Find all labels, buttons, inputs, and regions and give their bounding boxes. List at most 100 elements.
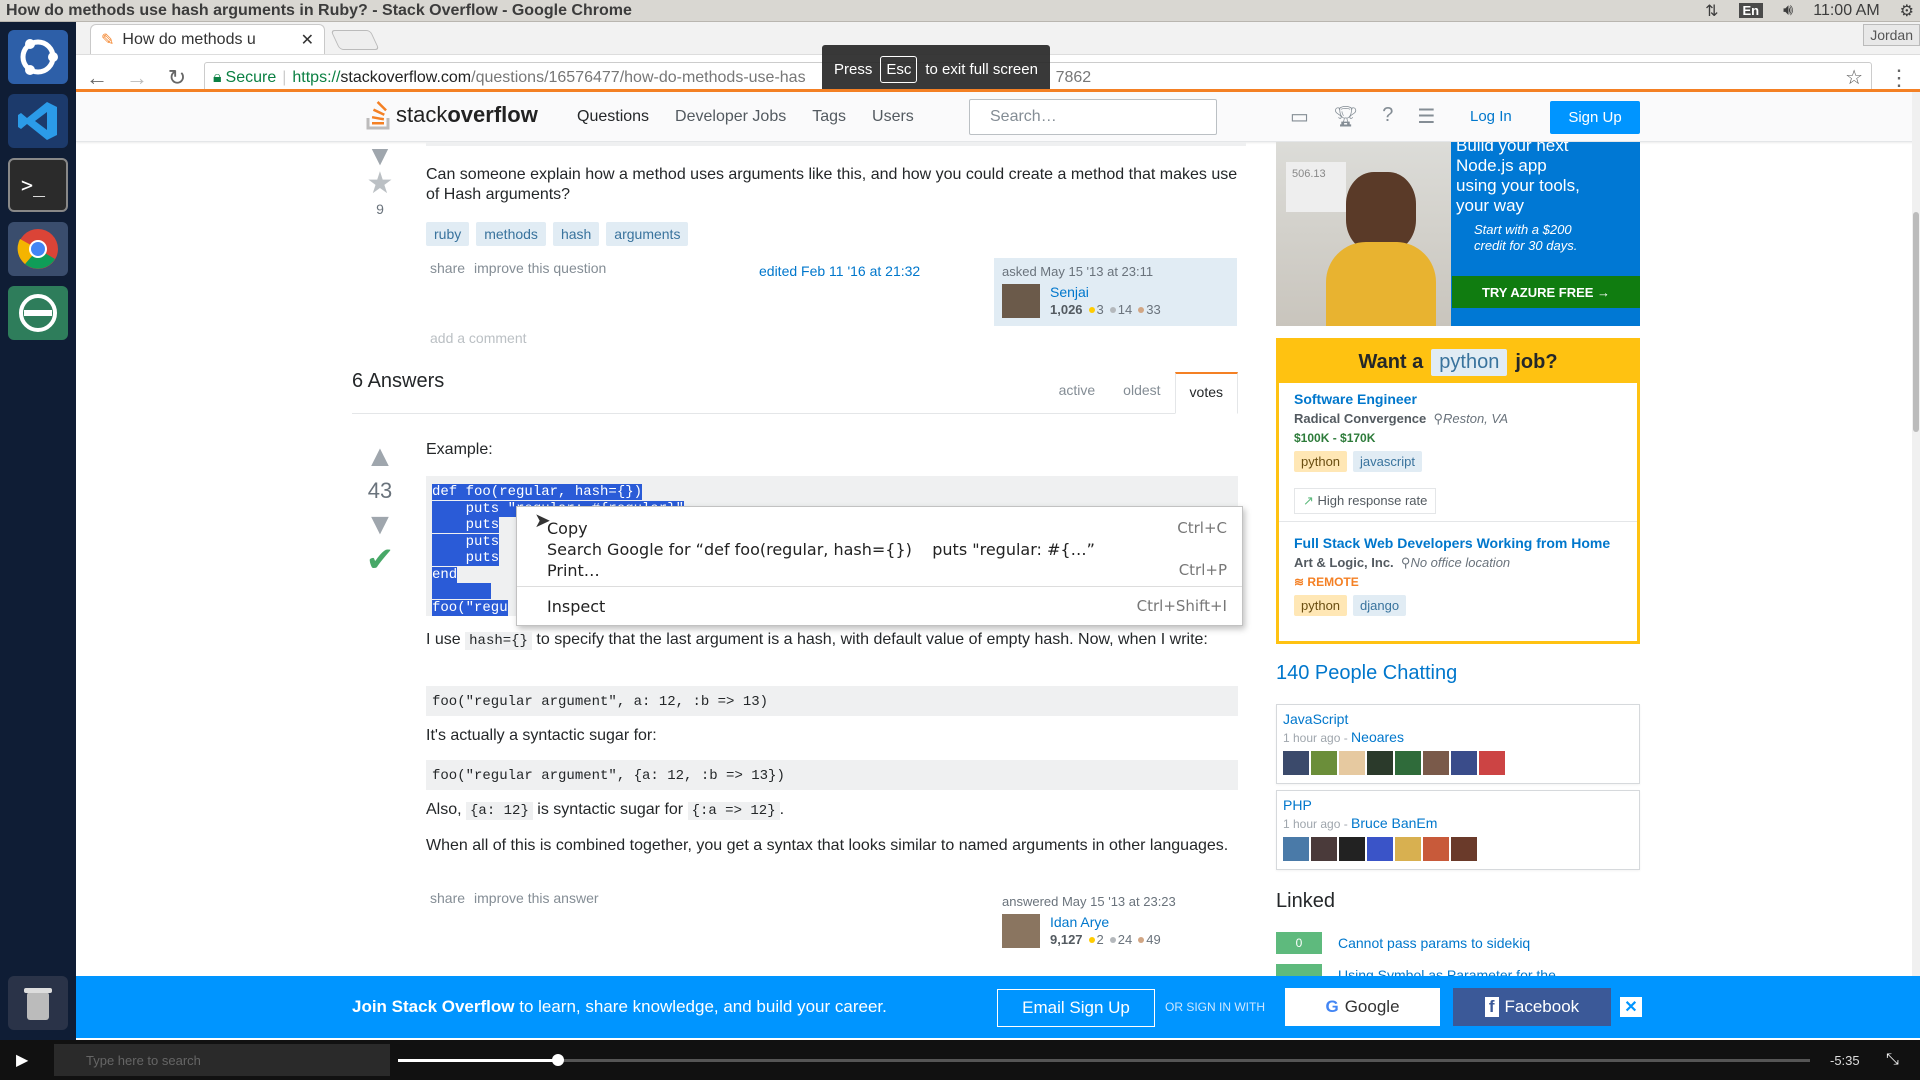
- chat-avatar[interactable]: [1311, 837, 1337, 861]
- jobs-head-tag[interactable]: python: [1431, 348, 1508, 376]
- chat-room-2-user[interactable]: Bruce BanEm: [1351, 815, 1437, 831]
- nav-tags[interactable]: Tags: [799, 108, 859, 126]
- chat-header[interactable]: 140 People Chatting: [1276, 662, 1457, 685]
- sort-votes-tab[interactable]: votes: [1174, 372, 1238, 414]
- chat-avatar[interactable]: [1451, 751, 1477, 775]
- bookmark-star-icon[interactable]: ☆: [1845, 65, 1863, 90]
- job-1-tag-javascript[interactable]: javascript: [1353, 451, 1422, 472]
- improve-answer-link[interactable]: improve this answer: [474, 890, 599, 906]
- ctx-print[interactable]: Print… Ctrl+P: [547, 561, 1227, 580]
- downvote-arrow-icon[interactable]: ▼: [358, 510, 402, 540]
- chat-avatar[interactable]: [1283, 837, 1309, 861]
- sort-oldest-tab[interactable]: oldest: [1109, 372, 1174, 414]
- chat-avatar[interactable]: [1423, 837, 1449, 861]
- job-2-tag-python[interactable]: python: [1294, 595, 1348, 616]
- job-listing-2[interactable]: Full Stack Web Developers Working from H…: [1294, 535, 1624, 616]
- ctx-copy[interactable]: Copy Ctrl+C: [547, 519, 1227, 538]
- new-tab-button[interactable]: [330, 30, 380, 50]
- chat-avatar[interactable]: [1479, 751, 1505, 775]
- try-azure-button[interactable]: TRY AZURE FREE →: [1452, 276, 1640, 308]
- reload-icon[interactable]: ↻: [164, 65, 190, 91]
- add-comment-link[interactable]: add a comment: [430, 330, 527, 346]
- taskbar-search[interactable]: Type here to search: [54, 1044, 390, 1076]
- seek-handle[interactable]: [551, 1054, 564, 1066]
- trash-icon[interactable]: [8, 976, 68, 1030]
- answerer-name[interactable]: Idan Arye: [1050, 914, 1109, 930]
- clock[interactable]: 11:00 AM: [1813, 2, 1879, 20]
- ctx-search-google[interactable]: Search Google for “def foo(regular, hash…: [547, 540, 1227, 559]
- ubuntu-dash-icon[interactable]: [8, 30, 68, 84]
- ctx-inspect[interactable]: Inspect Ctrl+Shift+I: [547, 597, 1227, 616]
- profile-button[interactable]: Jordan: [1863, 24, 1920, 46]
- keyboard-language-indicator[interactable]: En: [1738, 3, 1764, 18]
- share-answer-link[interactable]: share: [430, 890, 465, 906]
- page-scrollbar[interactable]: [1912, 92, 1920, 976]
- chat-room-javascript[interactable]: JavaScript 1 hour ago - Neoares: [1276, 704, 1640, 784]
- upvote-arrow-icon[interactable]: ▲: [358, 442, 402, 472]
- back-arrow-icon[interactable]: ←: [84, 65, 110, 91]
- linked-title[interactable]: Cannot pass params to sidekiq: [1338, 935, 1530, 951]
- job-2-title[interactable]: Full Stack Web Developers Working from H…: [1294, 535, 1624, 552]
- tag-methods[interactable]: methods: [476, 222, 546, 246]
- job-1-title[interactable]: Software Engineer: [1294, 391, 1624, 408]
- job-1-tag-python[interactable]: python: [1294, 451, 1348, 472]
- login-link[interactable]: Log In: [1470, 108, 1512, 125]
- nav-questions[interactable]: Questions: [564, 108, 662, 126]
- sort-active-tab[interactable]: active: [1045, 372, 1110, 414]
- inbox-icon[interactable]: ▭: [1290, 104, 1309, 129]
- close-tab-icon[interactable]: ✕: [301, 30, 314, 50]
- achievements-trophy-icon[interactable]: 🏆︎: [1333, 104, 1358, 129]
- linked-item[interactable]: 0 Cannot pass params to sidekiq: [1276, 932, 1530, 954]
- answer-code-block-2[interactable]: foo("regular argument", a: 12, :b => 13): [426, 686, 1238, 716]
- job-2-tag-django[interactable]: django: [1353, 595, 1407, 616]
- asker-avatar[interactable]: [1002, 284, 1040, 318]
- tag-arguments[interactable]: arguments: [606, 222, 689, 246]
- chat-avatar[interactable]: [1283, 751, 1309, 775]
- job-listing-1[interactable]: Software Engineer Radical Convergence ⚲R…: [1294, 391, 1624, 472]
- tag-hash[interactable]: hash: [552, 222, 600, 246]
- so-search-input[interactable]: Search…: [969, 99, 1217, 135]
- network-icon[interactable]: ⇅: [1705, 1, 1718, 21]
- tag-ruby[interactable]: ruby: [426, 222, 470, 246]
- favorite-star-icon[interactable]: ★: [358, 166, 402, 201]
- chat-avatar[interactable]: [1395, 837, 1421, 861]
- scrollbar-thumb[interactable]: [1913, 212, 1919, 432]
- exit-fullscreen-icon[interactable]: ⤡: [1886, 1051, 1899, 1069]
- google-signin-button[interactable]: G Google: [1285, 988, 1440, 1026]
- secure-indicator[interactable]: 🔒︎ Secure: [213, 69, 276, 87]
- answerer-avatar[interactable]: [1002, 914, 1040, 948]
- close-banner-icon[interactable]: ✕: [1620, 997, 1642, 1017]
- chrome-menu-icon[interactable]: ⋮: [1886, 65, 1912, 91]
- chat-avatar[interactable]: [1423, 751, 1449, 775]
- volume-icon[interactable]: 🔊︎: [1783, 2, 1793, 20]
- share-question-link[interactable]: share: [430, 260, 465, 276]
- help-icon[interactable]: ?: [1382, 104, 1393, 129]
- email-signup-button[interactable]: Email Sign Up: [997, 989, 1155, 1027]
- vscode-icon[interactable]: [8, 94, 68, 148]
- forward-arrow-icon[interactable]: →: [124, 65, 150, 91]
- nav-developer-jobs[interactable]: Developer Jobs: [662, 108, 799, 126]
- answer-code-block-3[interactable]: foo("regular argument", {a: 12, :b => 13…: [426, 760, 1238, 790]
- chat-avatar[interactable]: [1339, 837, 1365, 861]
- improve-question-link[interactable]: improve this question: [474, 260, 606, 276]
- edited-link[interactable]: edited Feb 11 '16 at 21:32: [759, 263, 920, 279]
- facebook-signin-button[interactable]: f Facebook: [1453, 988, 1611, 1026]
- chat-avatar[interactable]: [1367, 837, 1393, 861]
- chat-avatar[interactable]: [1451, 837, 1477, 861]
- chat-room-1-name[interactable]: JavaScript: [1283, 711, 1348, 727]
- chat-room-2-name[interactable]: PHP: [1283, 797, 1312, 813]
- chat-avatar[interactable]: [1367, 751, 1393, 775]
- asker-name[interactable]: Senjai: [1050, 284, 1089, 300]
- azure-ad[interactable]: 506.13 Build your next Node.js app using…: [1276, 142, 1640, 326]
- signup-button[interactable]: Sign Up: [1550, 101, 1640, 134]
- settings-gear-icon[interactable]: ⚙: [1900, 1, 1914, 21]
- site-switcher-icon[interactable]: ☰: [1417, 104, 1435, 129]
- nav-users[interactable]: Users: [859, 108, 927, 126]
- chat-room-1-user[interactable]: Neoares: [1351, 729, 1404, 745]
- seek-track[interactable]: [398, 1059, 1810, 1062]
- so-logo[interactable]: stack overflow: [366, 100, 538, 130]
- chat-avatar[interactable]: [1339, 751, 1365, 775]
- chat-avatar[interactable]: [1395, 751, 1421, 775]
- chat-avatar[interactable]: [1311, 751, 1337, 775]
- chat-room-php[interactable]: PHP 1 hour ago - Bruce BanEm: [1276, 790, 1640, 870]
